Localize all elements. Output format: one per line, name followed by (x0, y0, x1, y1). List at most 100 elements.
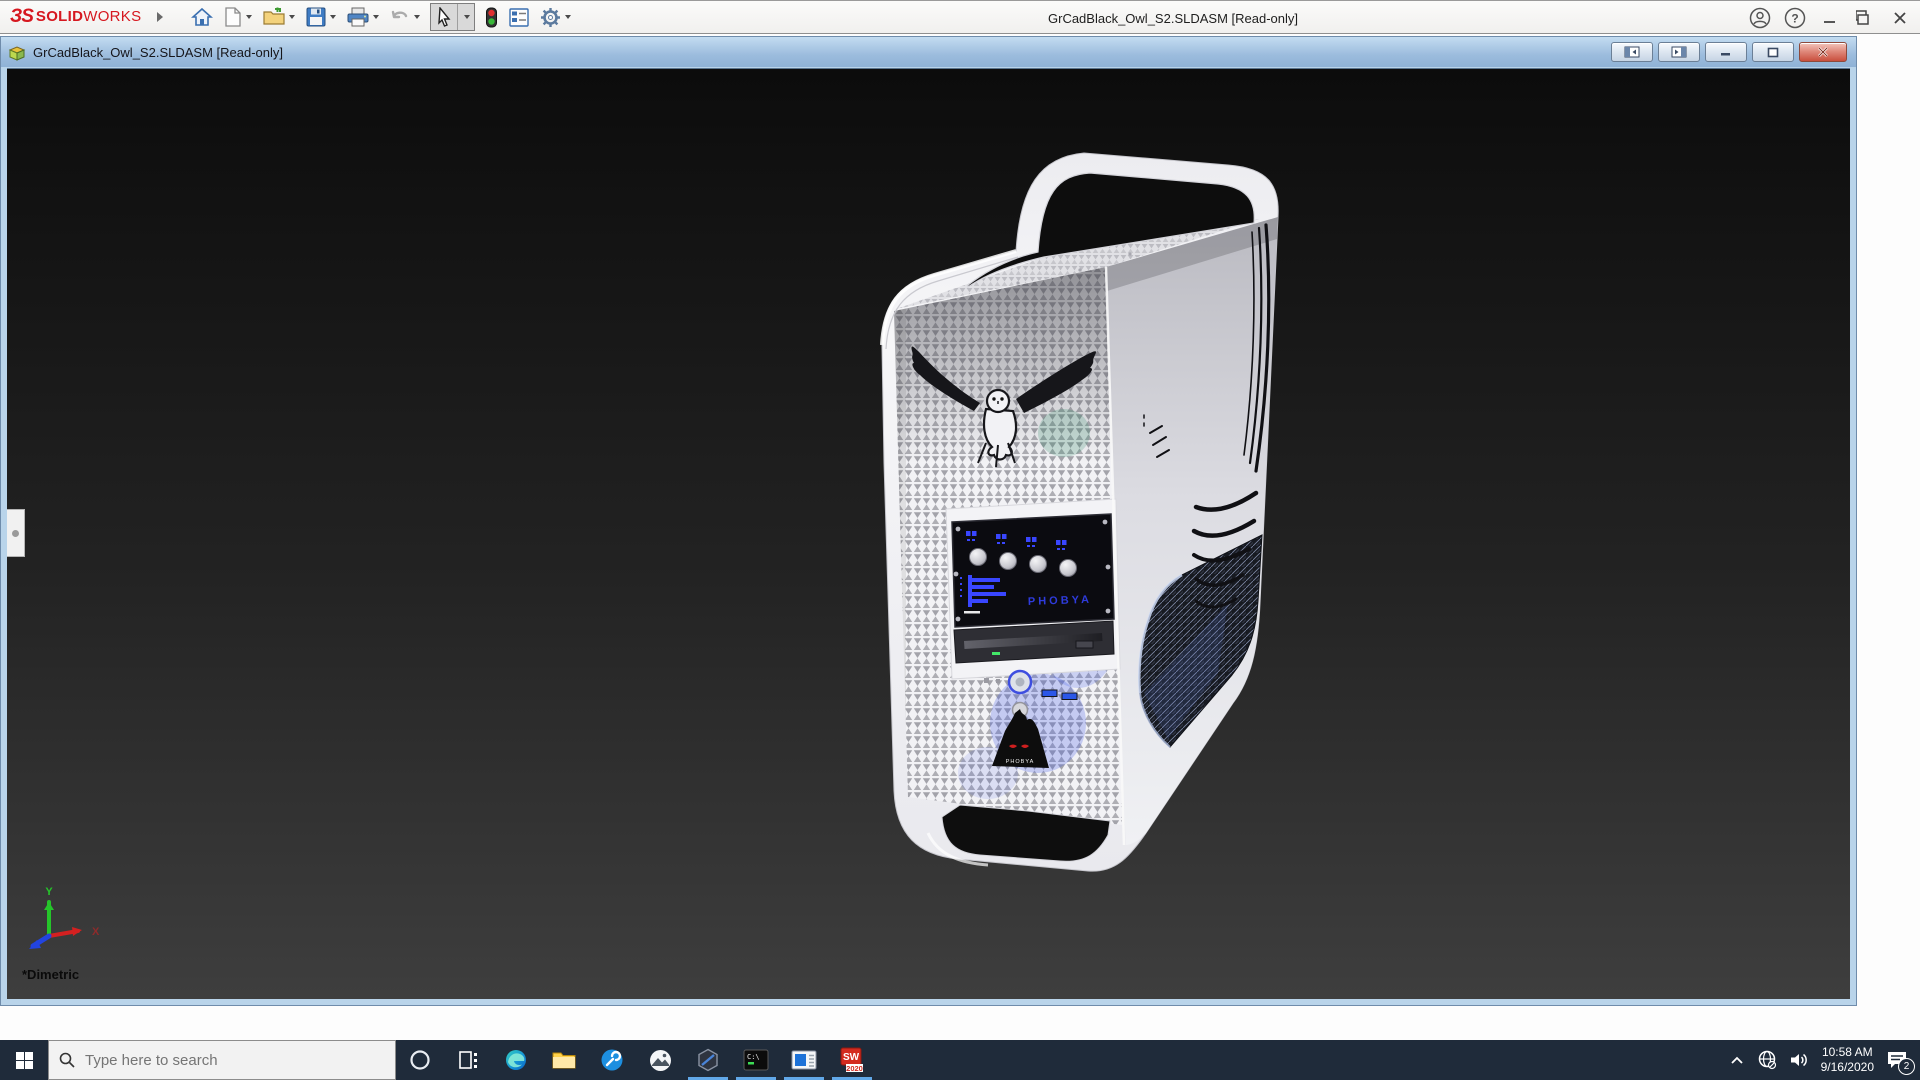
gear-icon (540, 7, 561, 28)
fan-controller-panel: PHOBYA (952, 514, 1114, 627)
home-button[interactable] (187, 4, 217, 30)
taskbar-item-cortana[interactable] (396, 1040, 444, 1080)
undo-dropdown-caret[interactable] (414, 15, 420, 19)
taskbar: C:\ SW 2020 (0, 1040, 1920, 1080)
taskbar-item-photos[interactable] (636, 1040, 684, 1080)
task-view-icon (457, 1049, 479, 1071)
tray-volume-button[interactable] (1789, 1051, 1809, 1069)
restore-button[interactable] (1853, 6, 1877, 30)
command-prompt-icon: C:\ (743, 1049, 769, 1071)
pane-right-button[interactable] (1658, 42, 1700, 62)
wrench-circle-icon (600, 1048, 624, 1072)
doc-close-button[interactable] (1799, 42, 1847, 62)
svg-text:SW: SW (843, 1052, 860, 1063)
triad-x-label: X (92, 926, 100, 938)
interference-check-button[interactable] (481, 4, 502, 30)
taskbar-item-task-view[interactable] (444, 1040, 492, 1080)
featuremanager-collapse-tab[interactable] (7, 509, 25, 557)
select-tool-group (430, 3, 475, 31)
chevron-right-icon (155, 11, 165, 23)
clock-time: 10:58 AM (1822, 1045, 1873, 1059)
quick-access-toolbar (187, 3, 575, 31)
design-table-icon (509, 8, 529, 27)
taskbar-item-command-prompt[interactable]: C:\ (732, 1040, 780, 1080)
solidworks-logo-mark: ЗS (10, 6, 33, 28)
pane-left-button[interactable] (1611, 42, 1653, 62)
notification-count-badge: 2 (1898, 1058, 1915, 1075)
taskbar-item-file-explorer[interactable] (540, 1040, 588, 1080)
new-document-button[interactable] (220, 4, 256, 30)
app-title: GrCadBlack_Owl_S2.SLDASM [Read-only] (1048, 1, 1298, 35)
svg-text:C:\: C:\ (747, 1053, 760, 1061)
close-button[interactable] (1888, 6, 1912, 30)
taskbar-item-hex-app[interactable] (684, 1040, 732, 1080)
graphics-viewport[interactable]: PHOBYA (7, 68, 1850, 999)
svg-text:2020: 2020 (846, 1064, 863, 1073)
collapse-tab-handle-icon (12, 530, 19, 537)
select-tool-button[interactable] (431, 4, 457, 30)
solidworks-2020-icon: SW 2020 (839, 1047, 865, 1073)
case-side-panel (1106, 217, 1278, 845)
doc-minimize-icon (1719, 47, 1733, 57)
svg-text:?: ? (1791, 12, 1798, 26)
action-center-button[interactable]: 2 (1886, 1050, 1908, 1070)
pane-right-icon (1671, 46, 1687, 58)
select-tool-dropdown[interactable] (457, 4, 474, 30)
save-dropdown-caret[interactable] (330, 15, 336, 19)
doc-restore-button[interactable] (1752, 42, 1794, 62)
save-icon (306, 7, 326, 27)
system-tray: 10:58 AM 9/16/2020 2 (1729, 1040, 1920, 1080)
print-button[interactable] (343, 4, 383, 30)
open-button[interactable] (259, 4, 299, 30)
brand-works: WORKS (83, 8, 141, 25)
print-dropdown-caret[interactable] (373, 15, 379, 19)
app-window-controls: ? (1748, 1, 1912, 35)
taskbar-item-edge[interactable] (492, 1040, 540, 1080)
chevron-up-icon (1729, 1054, 1745, 1066)
app-titlebar: ЗS SOLIDWORKS (0, 0, 1920, 34)
pc-case-model[interactable]: PHOBYA (868, 133, 1288, 878)
drive-led (992, 652, 1000, 655)
solidworks-logo: ЗS SOLIDWORKS (10, 6, 141, 28)
save-button[interactable] (302, 4, 340, 30)
controller-brand-text: PHOBYA (1028, 594, 1092, 608)
options-button[interactable] (536, 4, 575, 30)
account-button[interactable] (1748, 6, 1772, 30)
taskbar-item-window-app[interactable] (780, 1040, 828, 1080)
doc-minimize-button[interactable] (1705, 42, 1747, 62)
undo-button[interactable] (386, 4, 424, 30)
tray-network-button[interactable] (1757, 1050, 1777, 1070)
document-window-controls (1611, 42, 1850, 62)
minimize-icon (1822, 10, 1838, 26)
window-app-icon (791, 1050, 817, 1070)
minimize-button[interactable] (1818, 6, 1842, 30)
undo-icon (390, 8, 410, 26)
document-title: GrCadBlack_Owl_S2.SLDASM [Read-only] (33, 45, 283, 60)
document-titlebar[interactable]: GrCadBlack_Owl_S2.SLDASM [Read-only] (1, 37, 1856, 67)
options-dropdown-caret[interactable] (565, 15, 571, 19)
taskbar-item-tool-app[interactable] (588, 1040, 636, 1080)
taskbar-clock[interactable]: 10:58 AM 9/16/2020 (1821, 1045, 1874, 1075)
doc-restore-icon (1766, 47, 1780, 58)
pane-left-icon (1624, 46, 1640, 58)
open-dropdown-caret[interactable] (289, 15, 295, 19)
help-button[interactable]: ? (1783, 6, 1807, 30)
start-button[interactable] (0, 1040, 48, 1080)
home-icon (191, 7, 213, 27)
windows-logo-icon (16, 1052, 33, 1069)
taskbar-item-solidworks[interactable]: SW 2020 (828, 1040, 876, 1080)
triad-y-label: Y (45, 886, 53, 898)
globe-network-icon (1757, 1050, 1777, 1070)
design-table-button[interactable] (505, 4, 533, 30)
taskbar-search[interactable] (48, 1040, 396, 1080)
menu-expand-arrow[interactable] (155, 11, 165, 23)
brand-solid: SOLID (36, 8, 83, 25)
edge-icon (504, 1048, 528, 1072)
assembly-document-icon (7, 43, 27, 61)
print-icon (347, 7, 369, 27)
tray-show-hidden-button[interactable] (1729, 1054, 1745, 1066)
file-explorer-icon (552, 1050, 576, 1070)
search-input[interactable] (83, 1051, 385, 1070)
restore-icon (1856, 10, 1874, 26)
new-document-dropdown-caret[interactable] (246, 15, 252, 19)
